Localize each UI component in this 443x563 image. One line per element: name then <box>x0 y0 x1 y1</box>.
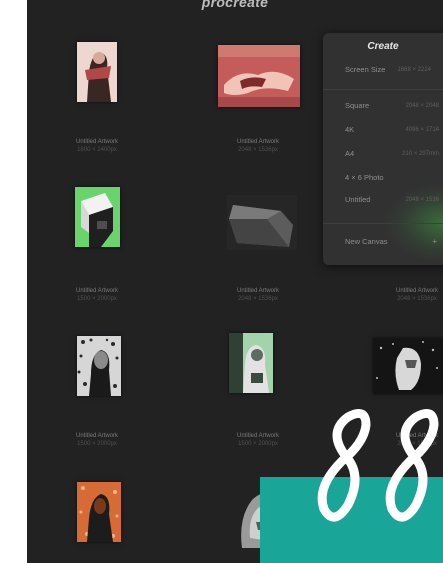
artwork-caption: Untitled Artwork 1500 × 2000px <box>37 287 157 303</box>
canvas-option-label: Untitled <box>345 195 371 204</box>
artwork-title: Untitled Artwork <box>75 433 118 439</box>
artwork-illustration-icon <box>373 338 443 394</box>
artwork-thumbnail[interactable] <box>373 338 443 394</box>
artwork-thumbnail[interactable] <box>75 187 120 247</box>
canvas-option-size: 2048 × 1536 <box>405 197 439 203</box>
artwork-illustration-icon <box>229 333 273 393</box>
artwork-title: Untitled Artwork <box>236 433 279 439</box>
artwork-illustration-icon <box>77 336 121 396</box>
artwork-size: 1500 × 2000px <box>238 441 278 447</box>
artwork-thumbnail[interactable] <box>77 336 121 396</box>
canvas-option-size: 210 × 297mm <box>402 151 439 157</box>
canvas-option-4k[interactable]: 4K 4096 × 1714 <box>345 119 443 141</box>
canvas-option-label: A4 <box>345 149 355 158</box>
episode-number-88 <box>317 408 439 522</box>
artwork-title: Untitled Artwork <box>236 288 279 294</box>
canvas-option-label: 4 × 6 Photo <box>345 173 384 182</box>
artwork-thumbnail[interactable] <box>77 482 121 542</box>
canvas-option-a4[interactable]: A4 210 × 297mm <box>345 143 443 165</box>
create-popover-title: Create <box>367 41 399 52</box>
artwork-thumbnail[interactable] <box>229 333 273 393</box>
artwork-size: 1500 × 2000px <box>77 441 117 447</box>
new-canvas-label: New Canvas <box>345 237 388 246</box>
popover-divider <box>323 89 443 90</box>
artwork-caption: Untitled Artwork 1800 × 2400px <box>37 138 157 154</box>
canvas-option-size: 1668 × 2224 <box>397 67 431 73</box>
artwork-illustration-icon <box>75 187 120 247</box>
artwork-illustration-icon <box>77 42 117 102</box>
artwork-illustration-icon <box>218 45 300 107</box>
artwork-caption: Untitled Artwork 2048 × 1536px <box>198 287 318 303</box>
new-canvas-button[interactable]: New Canvas + <box>345 231 443 253</box>
artwork-caption: Untitled Artwork 1500 × 2000px <box>37 432 157 448</box>
popover-divider <box>323 223 443 224</box>
artwork-size: 2048 × 1536px <box>238 147 278 153</box>
app-title: procreate <box>201 0 269 10</box>
artwork-thumbnail[interactable] <box>77 42 117 102</box>
canvas-option-label: 4K <box>345 125 355 134</box>
artwork-title: Untitled Artwork <box>395 288 438 294</box>
artwork-caption: Untitled Artwork 1500 × 2000px <box>198 432 318 448</box>
create-canvas-popover: Create Screen Size 1668 × 2224 Square 20… <box>323 33 443 265</box>
artwork-size: 1500 × 2000px <box>77 296 117 302</box>
artwork-title: Untitled Artwork <box>236 139 279 145</box>
artwork-title: Untitled Artwork <box>75 139 118 145</box>
artwork-thumbnail[interactable] <box>227 195 297 250</box>
canvas-option-size: 4096 × 1714 <box>405 127 439 133</box>
artwork-illustration-icon <box>229 205 293 247</box>
artwork-size: 2048 × 1536px <box>238 296 278 302</box>
new-canvas-plus-icon: + <box>432 237 437 246</box>
canvas-option-screen-size[interactable]: Screen Size 1668 × 2224 <box>345 59 443 81</box>
artwork-thumbnail[interactable] <box>218 45 300 107</box>
artwork-caption: Untitled Artwork 2048 × 1536px <box>357 287 443 303</box>
artwork-title: Untitled Artwork <box>75 288 118 294</box>
artwork-caption: Untitled Artwork 2048 × 1536px <box>198 138 318 154</box>
artwork-size: 1800 × 2400px <box>77 147 117 153</box>
canvas-option-label: Screen Size <box>345 65 386 74</box>
canvas-option-4x6-photo[interactable]: 4 × 6 Photo <box>345 167 443 189</box>
artwork-illustration-icon <box>77 482 121 542</box>
artwork-size: 2048 × 1536px <box>397 296 437 302</box>
canvas-option-size: 2048 × 2048 <box>405 103 439 109</box>
canvas-option-untitled[interactable]: Untitled 2048 × 1536 <box>345 189 443 211</box>
canvas-option-label: Square <box>345 101 370 110</box>
canvas-option-square[interactable]: Square 2048 × 2048 <box>345 95 443 117</box>
